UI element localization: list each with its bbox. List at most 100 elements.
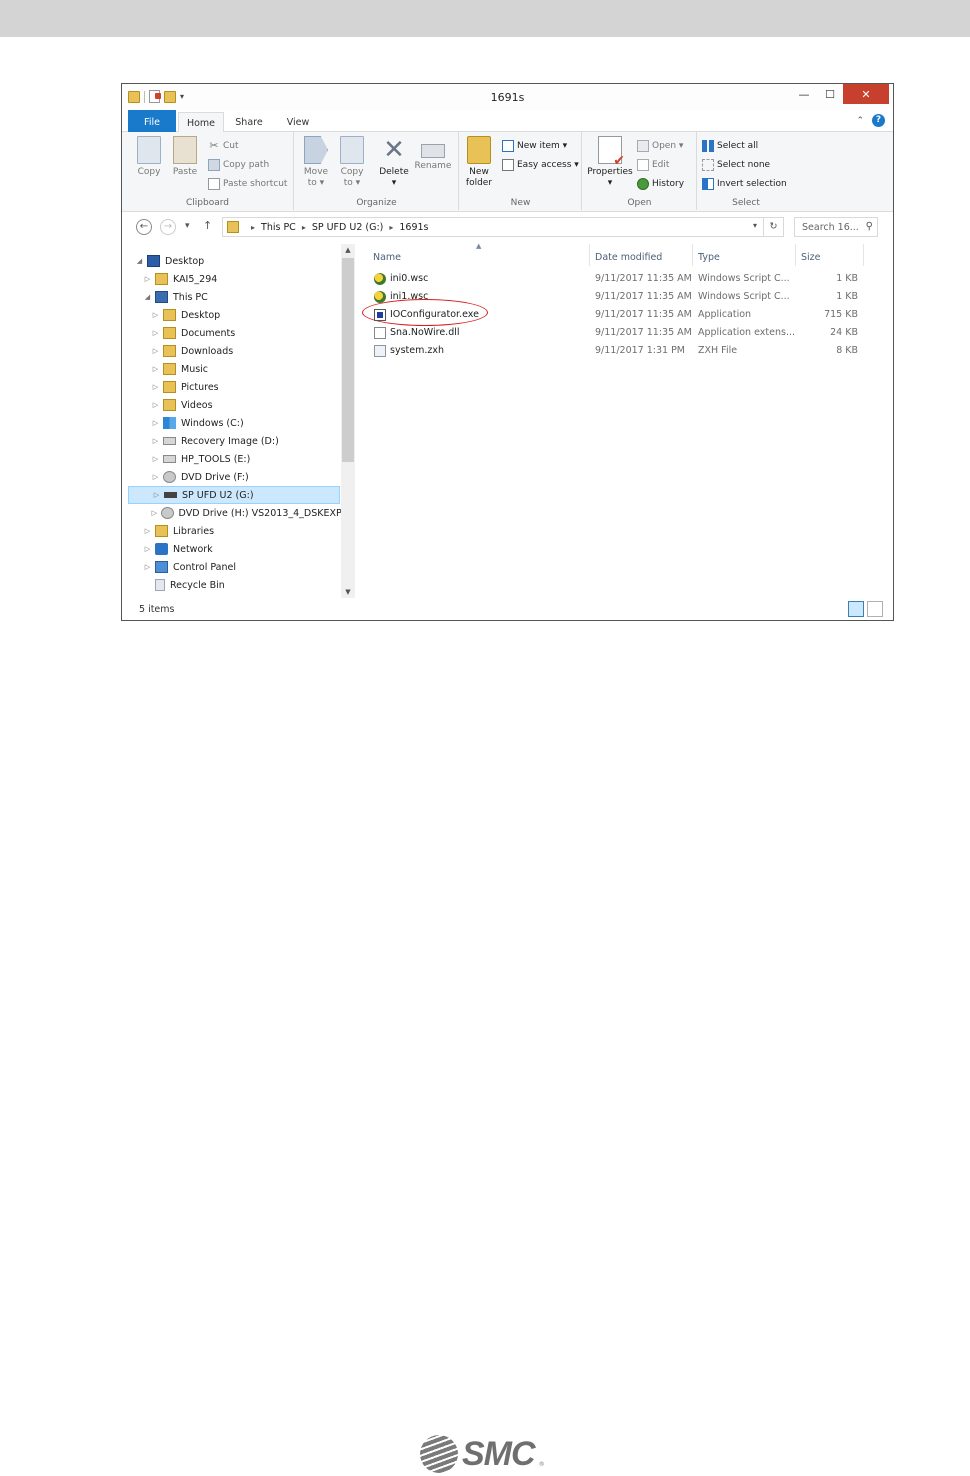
expand-arrow-icon[interactable]: ▷ [152, 491, 161, 499]
copy-to-button[interactable]: Copy to ▾ [335, 136, 369, 189]
expand-arrow-icon[interactable]: ▷ [151, 419, 160, 427]
smc-logo: SMC ® [420, 1434, 550, 1474]
column-header-type[interactable]: Type [693, 244, 796, 266]
expand-arrow-icon[interactable]: ◢ [143, 293, 152, 301]
nav-tree-item[interactable]: ▷ Videos [122, 396, 355, 414]
properties-button[interactable]: Properties ▾ [587, 136, 633, 189]
chevron-right-icon[interactable]: ▸ [302, 223, 306, 232]
open-button[interactable]: Open ▾ [637, 138, 683, 154]
file-row[interactable]: ini0.wsc 9/11/2017 11:35 AM Windows Script… [362, 270, 882, 288]
nav-tree-item[interactable]: ◢ Desktop [122, 252, 355, 270]
breadcrumb-folder[interactable]: 1691s [399, 222, 428, 233]
nav-tree-item[interactable]: ▷ DVD Drive (H:) VS2013_4_DSKEXP_JP [122, 504, 355, 522]
tab-view[interactable]: View [280, 112, 316, 132]
nav-tree-item[interactable]: ▷ Desktop [122, 306, 355, 324]
expand-arrow-icon[interactable]: ▷ [151, 329, 160, 337]
expand-arrow-icon[interactable]: ▷ [151, 473, 160, 481]
search-icon[interactable]: ⚲ [866, 221, 873, 232]
file-row[interactable]: Sna.NoWire.dll 9/11/2017 11:35 AM Applicat… [362, 324, 882, 342]
tab-home[interactable]: Home [178, 112, 224, 133]
chevron-right-icon[interactable]: ▸ [389, 223, 393, 232]
rename-button[interactable]: Rename [413, 136, 453, 172]
expand-arrow-icon[interactable]: ▷ [143, 545, 152, 553]
refresh-icon[interactable]: ↻ [763, 218, 783, 236]
nav-tree-item[interactable]: ▷ Windows (C:) [122, 414, 355, 432]
chevron-right-icon[interactable]: ▸ [251, 223, 255, 232]
file-row[interactable]: IOConfigurator.exe 9/11/2017 11:35 AM Appl… [362, 306, 882, 324]
file-row[interactable]: system.zxh 9/11/2017 1:31 PM ZXH File 8 KB [362, 342, 882, 360]
collapse-ribbon-icon[interactable]: ⌃ [856, 116, 864, 126]
column-header-size[interactable]: Size [796, 244, 864, 266]
nav-tree-item[interactable]: ▷ Downloads [122, 342, 355, 360]
minimize-button[interactable]: — [791, 84, 817, 104]
nav-tree-item[interactable]: ▷ Control Panel [122, 558, 355, 576]
easy-access-button[interactable]: Easy access ▾ [502, 157, 579, 173]
expand-arrow-icon[interactable]: ▷ [143, 275, 152, 283]
nav-tree-item[interactable]: ▷ Recovery Image (D:) [122, 432, 355, 450]
expand-arrow-icon[interactable]: ▷ [151, 347, 160, 355]
invert-selection-button[interactable]: Invert selection [702, 176, 787, 192]
new-folder-button[interactable]: New folder [462, 136, 496, 189]
maximize-button[interactable]: ☐ [817, 84, 843, 104]
select-all-button[interactable]: Select all [702, 138, 758, 154]
breadcrumb-this-pc[interactable]: This PC [261, 222, 296, 233]
select-none-button[interactable]: Select none [702, 157, 770, 173]
move-to-button[interactable]: Move to ▾ [299, 136, 333, 189]
expand-arrow-icon[interactable]: ▷ [151, 437, 160, 445]
copy-path-button[interactable]: Copy path [208, 157, 269, 173]
expand-arrow-icon[interactable]: ▷ [151, 509, 158, 517]
tab-share[interactable]: Share [228, 112, 270, 132]
history-button[interactable]: History [637, 176, 684, 192]
nav-tree-item[interactable]: ▷ Music [122, 360, 355, 378]
nav-tree-item[interactable]: Recycle Bin [122, 576, 355, 594]
edit-button[interactable]: Edit [637, 157, 669, 173]
nav-tree-item[interactable]: ▷ Pictures [122, 378, 355, 396]
address-bar[interactable]: ▸ This PC ▸ SP UFD U2 (G:) ▸ 1691s ▾ ↻ [222, 217, 784, 237]
recent-locations-icon[interactable]: ▾ [185, 221, 190, 231]
expand-arrow-icon[interactable]: ▷ [151, 311, 160, 319]
expand-arrow-icon[interactable]: ▷ [151, 455, 160, 463]
edit-icon [637, 159, 649, 171]
delete-button[interactable]: ✕ Delete ▾ [377, 136, 411, 189]
expand-arrow-icon[interactable]: ▷ [143, 527, 152, 535]
new-item-button[interactable]: New item ▾ [502, 138, 567, 154]
file-type: Application [698, 309, 752, 320]
nav-tree-item[interactable]: ▷ KAI5_294 [122, 270, 355, 288]
expand-arrow-icon[interactable]: ▷ [151, 401, 160, 409]
nav-tree-item[interactable]: ▷ SP UFD U2 (G:) [128, 486, 340, 504]
nav-tree-item[interactable]: ◢ This PC [122, 288, 355, 306]
ribbon-right-controls: ⌃ ? [856, 114, 885, 127]
expand-arrow-icon[interactable]: ▷ [151, 365, 160, 373]
address-dropdown-icon[interactable]: ▾ [753, 221, 757, 230]
copy-button[interactable]: Copy [132, 136, 166, 178]
group-label: Open [627, 198, 652, 208]
nav-tree-item[interactable]: ▷ Network [122, 540, 355, 558]
details-view-icon[interactable] [848, 601, 864, 617]
scrollbar-thumb[interactable] [342, 258, 354, 462]
forward-button[interactable]: → [160, 219, 176, 235]
expand-arrow-icon[interactable]: ▷ [143, 563, 152, 571]
close-button[interactable]: ✕ [843, 84, 889, 104]
nav-tree-item[interactable]: ▷ Libraries [122, 522, 355, 540]
back-button[interactable]: ← [136, 219, 152, 235]
cut-button[interactable]: ✂ Cut [208, 138, 238, 154]
nav-tree-item[interactable]: ▷ DVD Drive (F:) [122, 468, 355, 486]
scroll-down-icon[interactable]: ▼ [341, 588, 355, 596]
nav-tree-item[interactable]: ▷ HP_TOOLS (E:) [122, 450, 355, 468]
scroll-up-icon[interactable]: ▲ [341, 246, 355, 254]
up-button[interactable]: ↑ [203, 219, 212, 232]
search-input[interactable]: Search 16... ⚲ [794, 217, 878, 237]
paste-button[interactable]: Paste [168, 136, 202, 178]
file-row[interactable]: ini1.wsc 9/11/2017 11:35 AM Windows Script… [362, 288, 882, 306]
nav-tree-item[interactable]: ▷ Documents [122, 324, 355, 342]
help-icon[interactable]: ? [872, 114, 885, 127]
column-header-date[interactable]: Date modified [590, 244, 693, 266]
tab-file[interactable]: File [128, 110, 176, 132]
expand-arrow-icon[interactable]: ▷ [151, 383, 160, 391]
breadcrumb-drive[interactable]: SP UFD U2 (G:) [312, 222, 384, 233]
expand-arrow-icon[interactable]: ◢ [135, 257, 144, 265]
paste-shortcut-button[interactable]: Paste shortcut [208, 176, 287, 192]
column-header-name[interactable]: Name ▲ [362, 242, 590, 266]
navigation-scrollbar[interactable]: ▲ ▼ [341, 244, 355, 598]
large-icons-view-icon[interactable] [867, 601, 883, 617]
